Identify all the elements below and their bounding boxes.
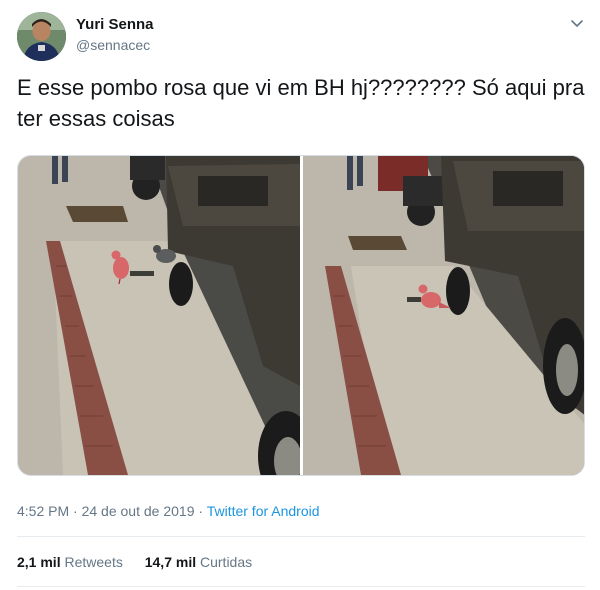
chevron-down-icon[interactable] [568,14,586,32]
meta-separator: · [73,503,78,519]
retweets-count: 2,1 mil [17,554,61,570]
user-handle[interactable]: @sennacec [76,37,150,53]
tweet-meta: 4:52 PM · 24 de out de 2019 · Twitter fo… [17,503,320,519]
meta-separator-2: · [198,503,204,519]
divider-bottom [17,586,585,587]
avatar-image [17,12,66,61]
media-grid [17,155,585,476]
likes-count: 14,7 mil [144,554,197,570]
tweet-time[interactable]: 4:52 PM [17,503,69,519]
tweet-source-link[interactable]: Twitter for Android [207,503,320,519]
tweet-photo-2[interactable] [303,156,584,475]
display-name[interactable]: Yuri Senna [76,16,154,33]
retweets-label: Retweets [64,554,123,570]
likes-label: Curtidas [200,554,253,570]
tweet-date[interactable]: 24 de out de 2019 [82,503,195,519]
retweets-stat[interactable]: 2,1 mil Retweets [17,554,123,570]
avatar[interactable] [17,12,66,61]
tweet-card: Yuri Senna @sennacec E esse pombo rosa q… [0,0,600,590]
likes-stat[interactable]: 14,7 mil Curtidas [145,554,252,570]
tweet-photo-1[interactable] [18,156,300,475]
divider [17,536,585,537]
tweet-text: E esse pombo rosa que vi em BH hj???????… [17,75,585,131]
tweet-stats: 2,1 mil Retweets 14,7 mil Curtidas [17,554,270,570]
